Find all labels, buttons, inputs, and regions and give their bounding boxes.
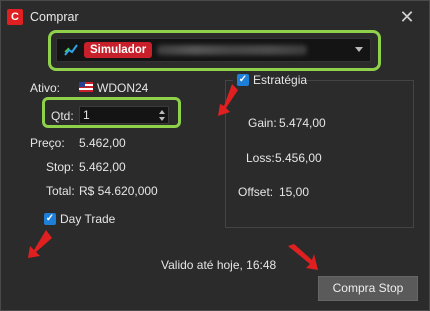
app-icon: C [7,9,23,25]
loss-value: 5.456,00 [275,151,322,165]
loss-label: Loss: [246,151,275,165]
validity-text: Valido até hoje, 16:48 [161,258,277,272]
offset-value: 15,00 [279,185,310,199]
price-value: 5.462,00 [79,136,126,150]
close-icon[interactable]: ✕ [398,8,416,26]
strategy-checkbox[interactable]: ✓ [237,74,249,86]
simulator-badge: Simulador [84,42,153,58]
window-title: Comprar [30,10,79,24]
us-flag-icon [79,82,93,92]
annotation-arrow-icon [28,230,52,258]
day-trade-checkbox[interactable]: ✓ [44,213,56,225]
increment-icon[interactable] [159,110,165,114]
chevron-down-icon [355,47,363,52]
quantity-value: 1 [83,108,90,122]
gain-label: Gain: [248,116,277,130]
buy-stop-button[interactable]: Compra Stop [318,276,418,301]
title-bar: C Comprar ✕ [0,0,430,34]
asset-value: WDON24 [97,81,149,95]
stop-label: Stop: [46,160,75,174]
gain-value: 5.474,00 [279,116,326,130]
quantity-label: Qtd: [51,109,74,123]
decrement-icon[interactable] [159,117,165,121]
profitchart-logo-icon [64,44,78,56]
asset-label: Ativo: [30,81,61,95]
total-value: R$ 54.620,000 [79,184,158,198]
offset-label: Offset: [238,185,274,199]
total-label: Total: [46,184,75,198]
annotation-arrow-icon [288,244,318,270]
annotation-arrow-icon [218,84,238,116]
day-trade-label[interactable]: Day Trade [60,212,115,226]
price-label: Preço: [30,136,65,150]
blurred-account-name [157,45,307,55]
strategy-label[interactable]: Estratégia [253,73,307,87]
quantity-stepper[interactable]: 1 [79,106,169,124]
account-select[interactable]: Simulador [56,38,371,62]
stop-value: 5.462,00 [79,160,126,174]
